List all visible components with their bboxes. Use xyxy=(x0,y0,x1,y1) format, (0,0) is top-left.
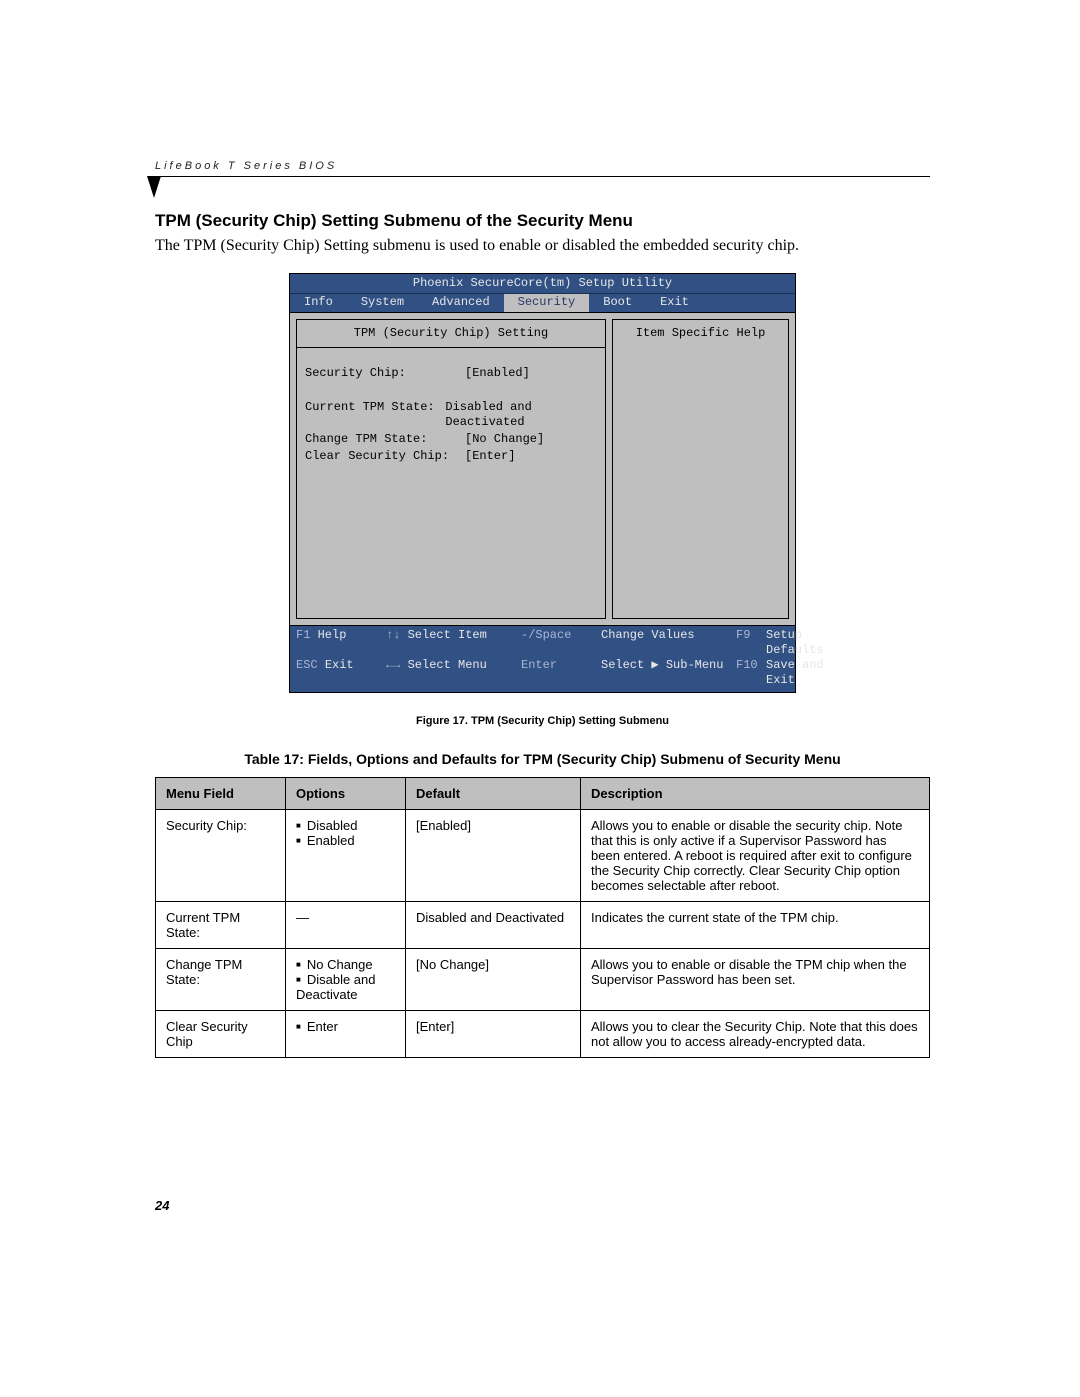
table-cell-options: No ChangeDisable and Deactivate xyxy=(286,949,406,1011)
table-header: Default xyxy=(406,778,581,810)
bios-help-title: Item Specific Help xyxy=(636,326,766,340)
option-item: Enter xyxy=(296,1019,395,1034)
option-item: Disabled xyxy=(296,818,395,833)
bios-panel-title: TPM (Security Chip) Setting xyxy=(297,320,605,348)
table-header: Options xyxy=(286,778,406,810)
table-row: Security Chip:DisabledEnabled[Enabled]Al… xyxy=(156,810,930,902)
bios-panel-content: Security Chip: [Enabled] Current TPM Sta… xyxy=(297,348,605,474)
table-cell-options: DisabledEnabled xyxy=(286,810,406,902)
table-cell-default: [No Change] xyxy=(406,949,581,1011)
table-row: Current TPM State:—Disabled and Deactiva… xyxy=(156,902,930,949)
bios-title-bar: Phoenix SecureCore(tm) Setup Utility xyxy=(290,274,795,293)
bios-footer-key: Save and Exit xyxy=(766,658,824,688)
bios-row-value: Disabled and Deactivated xyxy=(445,400,597,430)
bios-footer: F1 Help ↑↓ Select Item -/Space Change Va… xyxy=(290,626,795,692)
table-header: Description xyxy=(581,778,930,810)
settings-table: Menu Field Options Default Description S… xyxy=(155,777,930,1058)
bios-tab-advanced[interactable]: Advanced xyxy=(418,294,504,312)
table-cell-description: Allows you to enable or disable the TPM … xyxy=(581,949,930,1011)
bios-footer-key: Setup Defaults xyxy=(766,628,824,658)
section-title: TPM (Security Chip) Setting Submenu of t… xyxy=(155,211,930,231)
bios-footer-key: F1 Help xyxy=(296,628,386,658)
bios-footer-key: ↑↓ Select Item xyxy=(386,628,521,658)
bios-footer-key: ESC Exit xyxy=(296,658,386,688)
document-page: LifeBook T Series BIOS TPM (Security Chi… xyxy=(155,160,930,1213)
table-cell-default: [Enabled] xyxy=(406,810,581,902)
table-cell-options: — xyxy=(286,902,406,949)
option-item: No Change xyxy=(296,957,395,972)
bios-footer-key: Change Values xyxy=(601,628,736,658)
bios-tab-bar: Info System Advanced Security Boot Exit xyxy=(290,293,795,312)
header-rule xyxy=(155,176,930,177)
table-header-row: Menu Field Options Default Description xyxy=(156,778,930,810)
bios-row-label: Clear Security Chip: xyxy=(305,449,465,464)
bios-row: Change TPM State: [No Change] xyxy=(305,432,597,447)
bios-footer-key: -/Space xyxy=(521,628,601,658)
bios-row: Current TPM State: Disabled and Deactiva… xyxy=(305,400,597,430)
table-row: Change TPM State:No ChangeDisable and De… xyxy=(156,949,930,1011)
table-cell-default: Disabled and Deactivated xyxy=(406,902,581,949)
page-number: 24 xyxy=(155,1198,930,1213)
table-cell-options: Enter xyxy=(286,1011,406,1058)
table-caption: Table 17: Fields, Options and Defaults f… xyxy=(155,751,930,767)
bios-row-label: Change TPM State: xyxy=(305,432,465,447)
bios-footer-key: Enter xyxy=(521,658,601,688)
table-cell-field: Security Chip: xyxy=(156,810,286,902)
bios-tab-info[interactable]: Info xyxy=(290,294,347,312)
bios-row-value[interactable]: [Enter] xyxy=(465,449,515,464)
table-cell-default: [Enter] xyxy=(406,1011,581,1058)
table-cell-field: Clear Security Chip xyxy=(156,1011,286,1058)
bios-help-panel: Item Specific Help xyxy=(612,319,789,619)
bios-footer-key: F9 xyxy=(736,628,766,658)
bios-row: Clear Security Chip: [Enter] xyxy=(305,449,597,464)
option-item: Enabled xyxy=(296,833,395,848)
bios-tab-exit[interactable]: Exit xyxy=(646,294,703,312)
table-cell-field: Change TPM State: xyxy=(156,949,286,1011)
bios-screenshot: Phoenix SecureCore(tm) Setup Utility Inf… xyxy=(289,273,796,693)
table-row: Clear Security Chip Enter [Enter]Allows yo… xyxy=(156,1011,930,1058)
bios-left-panel: TPM (Security Chip) Setting Security Chi… xyxy=(296,319,606,619)
table-header: Menu Field xyxy=(156,778,286,810)
bios-tab-security[interactable]: Security xyxy=(504,294,590,312)
bios-row-value[interactable]: [Enabled] xyxy=(465,366,530,381)
bios-row-label: Security Chip: xyxy=(305,366,465,381)
bios-row-spacer xyxy=(305,383,597,398)
bios-tab-system[interactable]: System xyxy=(347,294,418,312)
bios-footer-key: F10 xyxy=(736,658,766,688)
bios-row-label: Current TPM State: xyxy=(305,400,445,430)
header-arrow-icon xyxy=(147,176,161,203)
table-cell-description: Allows you to enable or disable the secu… xyxy=(581,810,930,902)
bios-row-value[interactable]: [No Change] xyxy=(465,432,544,447)
table-cell-description: Indicates the current state of the TPM c… xyxy=(581,902,930,949)
bios-tab-boot[interactable]: Boot xyxy=(589,294,646,312)
figure-caption: Figure 17. TPM (Security Chip) Setting S… xyxy=(155,715,930,727)
bios-footer-key: ←→ Select Menu xyxy=(386,658,521,688)
section-intro: The TPM (Security Chip) Setting submenu … xyxy=(155,237,930,255)
bios-body: TPM (Security Chip) Setting Security Chi… xyxy=(290,312,795,626)
bios-footer-key: Select ▶ Sub-Menu xyxy=(601,658,736,688)
bios-row: Security Chip: [Enabled] xyxy=(305,366,597,381)
table-cell-description: Allows you to clear the Security Chip. N… xyxy=(581,1011,930,1058)
running-head: LifeBook T Series BIOS xyxy=(155,160,930,172)
option-item: Disable and Deactivate xyxy=(296,972,395,1002)
table-cell-field: Current TPM State: xyxy=(156,902,286,949)
